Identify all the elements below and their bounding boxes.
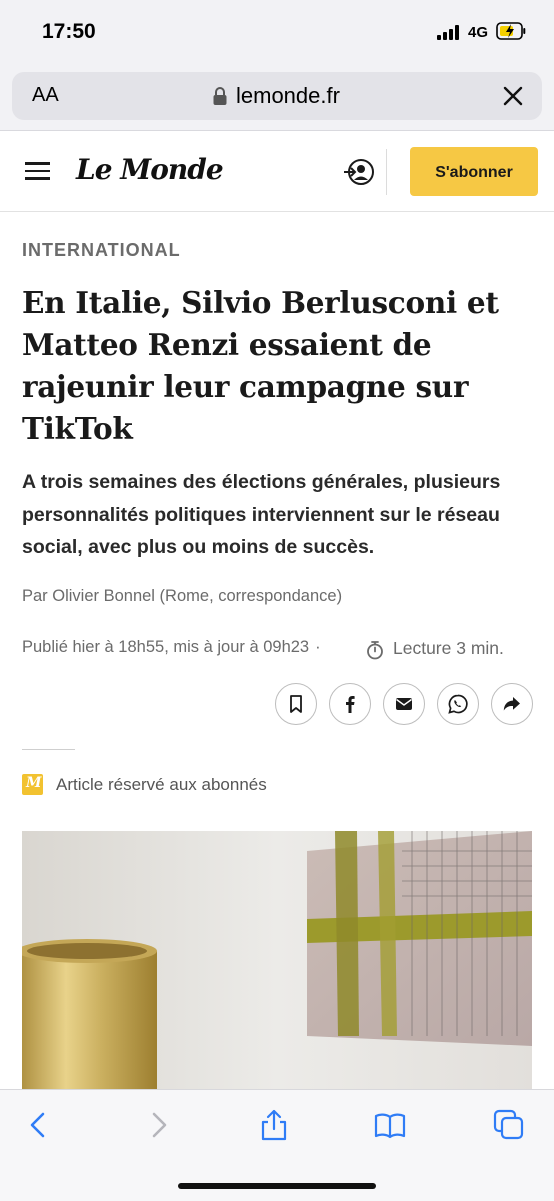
login-icon[interactable] [343, 157, 375, 187]
share-sheet-icon[interactable] [257, 1108, 291, 1142]
article-lead: A trois semaines des élections générales… [22, 471, 501, 558]
status-bar: 17:50 4G [0, 0, 554, 64]
close-icon[interactable] [501, 84, 525, 108]
bookmark-icon [290, 695, 302, 713]
site-header: Le Monde S'abonner [0, 131, 554, 212]
separator: · [315, 638, 321, 656]
article-image[interactable] [22, 831, 532, 1091]
article-author: Par Olivier Bonnel (Rome, correspondance… [22, 587, 343, 605]
publication-dates: Publié hier à 18h55, mis à jour à 09h23 · [22, 638, 327, 657]
url-text: lemonde.fr [236, 83, 340, 108]
browser-toolbar: AA lemonde.fr [0, 64, 554, 131]
signal-icon [437, 25, 463, 40]
share-arrow-icon [503, 697, 520, 711]
subscribe-button[interactable]: S'abonner [410, 147, 538, 196]
clock: 17:50 [42, 20, 96, 43]
subscriber-badge-letter: M [26, 775, 42, 791]
battery-charging-icon [496, 22, 526, 40]
lock-icon [213, 87, 227, 105]
whatsapp-icon [448, 694, 468, 714]
back-icon[interactable] [22, 1108, 56, 1142]
bookmark-button[interactable] [275, 683, 317, 725]
browser-bottom-toolbar [0, 1089, 554, 1201]
network-type: 4G [468, 24, 489, 41]
email-icon [396, 698, 412, 710]
section-label[interactable]: INTERNATIONAL [22, 240, 181, 261]
tabs-icon[interactable] [492, 1108, 526, 1142]
forward-icon[interactable] [141, 1108, 175, 1142]
publication-info: Publié hier à 18h55, mis à jour à 09h23 [22, 638, 310, 656]
subscriber-badge-icon: M [22, 774, 43, 795]
bookmarks-icon[interactable] [373, 1108, 407, 1142]
subscriber-notice: Article réservé aux abonnés [56, 775, 267, 794]
reading-time: Lecture 3 min. [393, 638, 504, 658]
photo-illustration [22, 831, 532, 1091]
email-share-button[interactable] [383, 683, 425, 725]
whatsapp-share-button[interactable] [437, 683, 479, 725]
share-button[interactable] [491, 683, 533, 725]
text-size-button[interactable]: AA [32, 84, 59, 107]
timer-icon [367, 641, 383, 660]
menu-icon[interactable] [25, 162, 50, 180]
address-bar[interactable]: AA lemonde.fr [12, 72, 542, 120]
article-headline: En Italie, Silvio Berlusconi et Matteo R… [22, 285, 499, 446]
home-indicator[interactable] [178, 1183, 376, 1189]
facebook-icon [346, 696, 355, 713]
divider [22, 749, 75, 750]
site-logo[interactable]: Le Monde [76, 153, 224, 186]
text-size-label: AA [32, 84, 59, 106]
facebook-share-button[interactable] [329, 683, 371, 725]
header-divider [386, 149, 387, 195]
